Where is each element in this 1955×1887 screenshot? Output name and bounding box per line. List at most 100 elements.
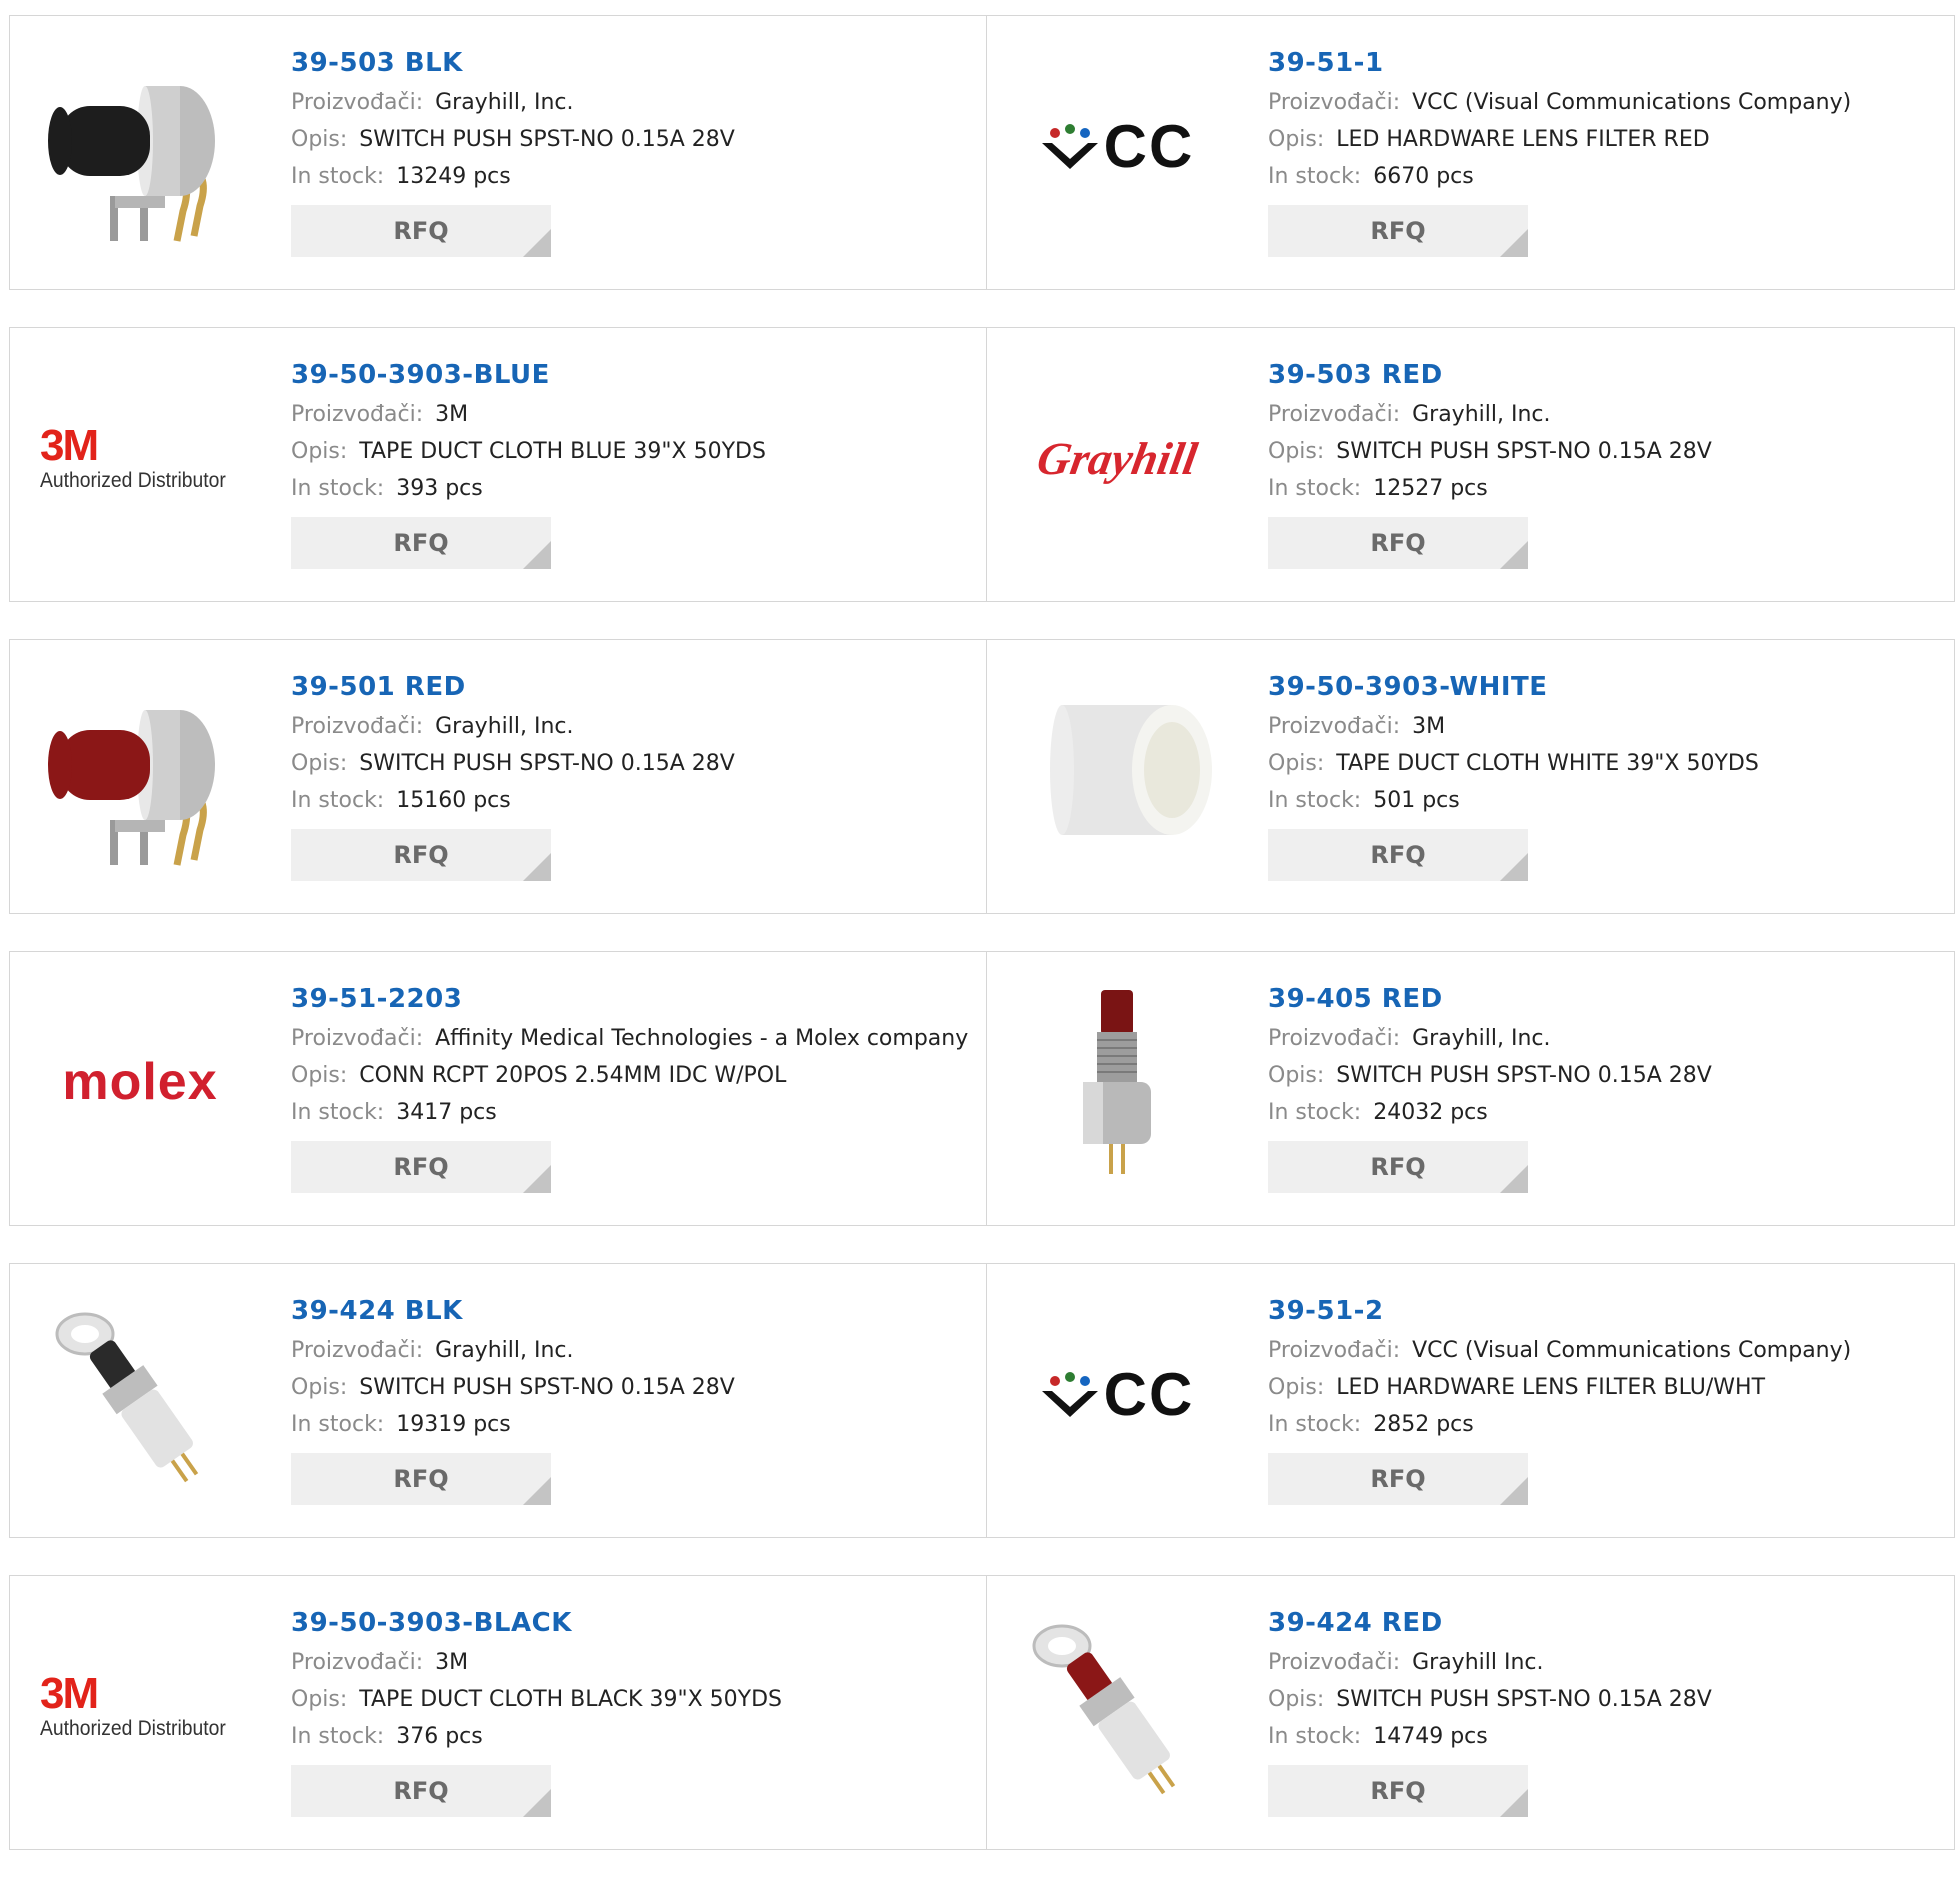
product-card: 3M Authorized Distributor 39-50-3903-BLU… xyxy=(10,328,986,601)
corner-triangle-icon xyxy=(1500,229,1528,257)
corner-triangle-icon xyxy=(523,1477,551,1505)
stock-label: In stock: xyxy=(291,164,385,189)
product-image[interactable] xyxy=(1017,982,1217,1182)
rfq-label: RFQ xyxy=(1370,1465,1426,1493)
product-row: 39-501 RED Proizvođači: Grayhill, Inc. Op… xyxy=(9,639,1955,914)
rfq-button[interactable]: RFQ xyxy=(291,517,551,569)
product-card: 39-405 RED Proizvođači: Grayhill, Inc. Op… xyxy=(986,952,1954,1225)
product-image[interactable]: CC xyxy=(1017,1294,1217,1494)
part-number-link[interactable]: 39-50-3903-WHITE xyxy=(1268,670,1954,708)
part-number-link[interactable]: 39-50-3903-BLACK xyxy=(291,1606,986,1644)
3m-logo: 3M Authorized Distributor xyxy=(40,421,226,493)
rfq-label: RFQ xyxy=(1370,529,1426,557)
corner-triangle-icon xyxy=(1500,541,1528,569)
product-image[interactable] xyxy=(1017,1606,1217,1806)
product-card: molex 39-51-2203 Proizvođači: Affinity Me… xyxy=(10,952,986,1225)
part-number-link[interactable]: 39-501 RED xyxy=(291,670,986,708)
part-number-link[interactable]: 39-405 RED xyxy=(1268,982,1954,1020)
rfq-button[interactable]: RFQ xyxy=(1268,1453,1528,1505)
product-card: 39-424 RED Proizvođači: Grayhill Inc. Opi… xyxy=(986,1576,1954,1849)
manufacturer-label: Proizvođači: xyxy=(291,90,424,115)
stock-label: In stock: xyxy=(1268,788,1362,813)
stock-label: In stock: xyxy=(291,1412,385,1437)
product-image[interactable]: 3M Authorized Distributor xyxy=(40,1606,240,1806)
rfq-button[interactable]: RFQ xyxy=(1268,1765,1528,1817)
manufacturer-label: Proizvođači: xyxy=(1268,1026,1401,1051)
description-value: LED HARDWARE LENS FILTER RED xyxy=(1336,127,1710,152)
stock-value: 6670 pcs xyxy=(1373,164,1474,189)
part-number-link[interactable]: 39-51-2 xyxy=(1268,1294,1954,1332)
product-image[interactable] xyxy=(1017,670,1217,870)
part-number-link[interactable]: 39-51-1 xyxy=(1268,46,1954,84)
stock-line: In stock: 15160 pcs xyxy=(291,782,986,819)
product-info: 39-503 RED Proizvođači: Grayhill, Inc. Op… xyxy=(1268,358,1954,569)
manufacturer-line: Proizvođači: VCC (Visual Communications C… xyxy=(1268,1332,1954,1369)
product-info: 39-51-2203 Proizvođači: Affinity Medical … xyxy=(291,982,986,1193)
description-label: Opis: xyxy=(1268,1687,1325,1712)
stock-value: 501 pcs xyxy=(1373,788,1460,813)
manufacturer-line: Proizvođači: Grayhill, Inc. xyxy=(291,84,986,121)
stock-value: 393 pcs xyxy=(396,476,483,501)
manufacturer-line: Proizvođači: Grayhill, Inc. xyxy=(1268,1020,1954,1057)
manufacturer-line: Proizvođači: 3M xyxy=(291,1644,986,1681)
manufacturer-label: Proizvođači: xyxy=(1268,90,1401,115)
product-info: 39-501 RED Proizvođači: Grayhill, Inc. Op… xyxy=(291,670,986,881)
stock-label: In stock: xyxy=(1268,476,1362,501)
rfq-button[interactable]: RFQ xyxy=(291,1765,551,1817)
product-card: 39-50-3903-WHITE Proizvođači: 3M Opis: TAP… xyxy=(986,640,1954,913)
stock-line: In stock: 13249 pcs xyxy=(291,158,986,195)
part-number-link[interactable]: 39-503 BLK xyxy=(291,46,986,84)
corner-triangle-icon xyxy=(523,229,551,257)
rfq-button[interactable]: RFQ xyxy=(291,205,551,257)
rfq-button[interactable]: RFQ xyxy=(1268,829,1528,881)
description-line: Opis: SWITCH PUSH SPST-NO 0.15A 28V xyxy=(1268,1681,1954,1718)
manufacturer-label: Proizvođači: xyxy=(291,1026,424,1051)
stock-line: In stock: 393 pcs xyxy=(291,470,986,507)
grayhill-logo: Grayhill xyxy=(1033,432,1201,484)
product-info: 39-503 BLK Proizvođači: Grayhill, Inc. Op… xyxy=(291,46,986,257)
product-info: 39-51-1 Proizvođači: VCC (Visual Communic… xyxy=(1268,46,1954,257)
product-image[interactable]: CC xyxy=(1017,46,1217,246)
part-number-link[interactable]: 39-503 RED xyxy=(1268,358,1954,396)
manufacturer-label: Proizvođači: xyxy=(1268,1650,1401,1675)
product-image[interactable]: molex xyxy=(40,982,240,1182)
product-card: 3M Authorized Distributor 39-50-3903-BLA… xyxy=(10,1576,986,1849)
vcc-logo: CC xyxy=(1040,112,1195,181)
stock-label: In stock: xyxy=(1268,1724,1362,1749)
product-image[interactable] xyxy=(40,1294,240,1494)
part-number-link[interactable]: 39-50-3903-BLUE xyxy=(291,358,986,396)
stock-value: 15160 pcs xyxy=(396,788,511,813)
description-label: Opis: xyxy=(291,1687,348,1712)
rfq-label: RFQ xyxy=(1370,217,1426,245)
manufacturer-value: Grayhill, Inc. xyxy=(435,714,574,739)
rfq-button[interactable]: RFQ xyxy=(291,1453,551,1505)
rfq-label: RFQ xyxy=(393,1777,449,1805)
rfq-button[interactable]: RFQ xyxy=(1268,517,1528,569)
corner-triangle-icon xyxy=(523,1789,551,1817)
manufacturer-line: Proizvođači: Grayhill Inc. xyxy=(1268,1644,1954,1681)
product-image[interactable]: 3M Authorized Distributor xyxy=(40,358,240,558)
rfq-button[interactable]: RFQ xyxy=(291,1141,551,1193)
description-line: Opis: CONN RCPT 20POS 2.54MM IDC W/POL xyxy=(291,1057,986,1094)
rfq-button[interactable]: RFQ xyxy=(291,829,551,881)
product-image[interactable] xyxy=(40,670,240,870)
part-number-link[interactable]: 39-51-2203 xyxy=(291,982,986,1020)
part-number-link[interactable]: 39-424 BLK xyxy=(291,1294,986,1332)
product-card: 39-424 BLK Proizvođači: Grayhill, Inc. Op… xyxy=(10,1264,986,1537)
product-card: CC 39-51-2 Proizvođači: VCC (Visual Commu… xyxy=(986,1264,1954,1537)
product-image[interactable] xyxy=(40,46,240,246)
stock-line: In stock: 376 pcs xyxy=(291,1718,986,1755)
stock-label: In stock: xyxy=(1268,164,1362,189)
rfq-label: RFQ xyxy=(393,1465,449,1493)
description-label: Opis: xyxy=(1268,751,1325,776)
part-number-link[interactable]: 39-424 RED xyxy=(1268,1606,1954,1644)
product-image[interactable]: Grayhill xyxy=(1017,358,1217,558)
rfq-label: RFQ xyxy=(393,1153,449,1181)
rfq-button[interactable]: RFQ xyxy=(1268,205,1528,257)
description-label: Opis: xyxy=(1268,1375,1325,1400)
product-row: 3M Authorized Distributor 39-50-3903-BLU… xyxy=(9,327,1955,602)
rfq-button[interactable]: RFQ xyxy=(1268,1141,1528,1193)
stock-label: In stock: xyxy=(291,1724,385,1749)
manufacturer-value: 3M xyxy=(435,402,469,427)
manufacturer-line: Proizvođači: Grayhill, Inc. xyxy=(291,1332,986,1369)
